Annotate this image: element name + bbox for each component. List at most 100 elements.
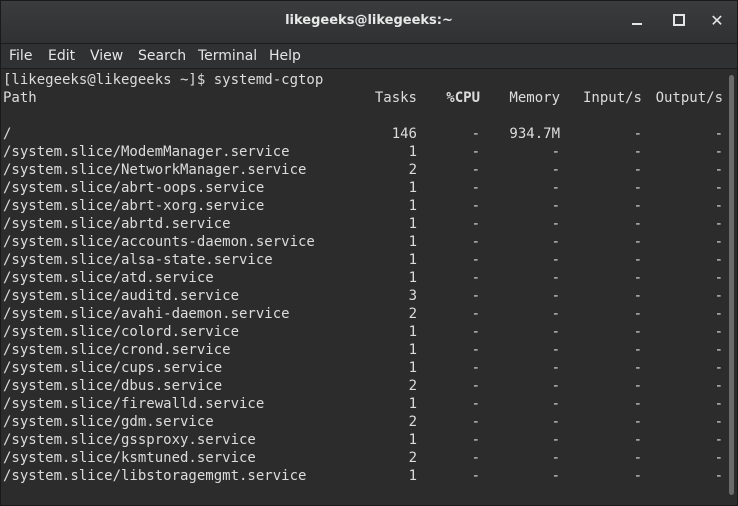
cell-output: - (714, 270, 723, 286)
cell-tasks: 1 (408, 324, 417, 340)
cell-memory: - (551, 396, 560, 412)
cell-path: /system.slice/abrt-xorg.service (3, 198, 265, 214)
cell-path: /system.slice/NetworkManager.service (3, 162, 307, 178)
cell-tasks: 1 (408, 270, 417, 286)
cell-output: - (714, 306, 723, 322)
cell-input: - (633, 306, 642, 322)
menu-view[interactable]: View (90, 48, 123, 64)
cell-memory: - (551, 288, 560, 304)
cell-memory: - (551, 270, 560, 286)
cell-path: /system.slice/auditd.service (3, 288, 240, 304)
table-row: / 146 - 934.7M - - (3, 125, 725, 143)
cell-tasks: 1 (408, 342, 417, 358)
cell-input: - (633, 396, 642, 412)
cell-output: - (714, 198, 723, 214)
cell-memory: - (551, 252, 560, 268)
cell-path: /system.slice/crond.service (3, 342, 231, 358)
cell-output: - (714, 234, 723, 250)
cell-cpu: - (471, 396, 480, 412)
menu-help[interactable]: Help (269, 48, 301, 64)
cell-output: - (714, 450, 723, 466)
minimize-icon (632, 23, 642, 25)
cell-output: - (714, 414, 723, 430)
cell-memory: - (551, 450, 560, 466)
cell-memory: - (551, 234, 560, 250)
cell-path: /system.slice/colord.service (3, 324, 240, 340)
cell-path: /system.slice/abrt-oops.service (3, 180, 265, 196)
table-row: /system.slice/crond.service 1 - - - - (3, 341, 725, 359)
cell-output: - (714, 216, 723, 232)
cell-path: /system.slice/avahi-daemon.service (3, 306, 290, 322)
cell-path: /system.slice/ksmtuned.service (3, 450, 256, 466)
cell-cpu: - (471, 306, 480, 322)
cell-path: /system.slice/alsa-state.service (3, 252, 273, 268)
cell-input: - (633, 468, 642, 484)
minimize-button[interactable] (627, 11, 647, 31)
header-tasks: Tasks (374, 90, 417, 106)
maximize-button[interactable] (669, 11, 689, 31)
cell-path: /system.slice/cups.service (3, 360, 223, 376)
close-button[interactable]: ✕ (707, 11, 727, 31)
cell-input: - (633, 378, 642, 394)
cell-output: - (714, 252, 723, 268)
cell-input: - (633, 270, 642, 286)
cell-memory: - (551, 432, 560, 448)
terminal-window: likegeeks@likegeeks:~ ✕ File Edit View S… (0, 0, 738, 506)
cell-tasks: 1 (408, 216, 417, 232)
table-row: /system.slice/NetworkManager.service 2 - - -… (3, 161, 725, 179)
menu-search[interactable]: Search (138, 48, 186, 64)
cell-cpu: - (471, 252, 480, 268)
cell-output: - (714, 144, 723, 160)
table-row: /system.slice/libstoragemgmt.service 1 - - -… (3, 467, 725, 485)
cell-path: /system.slice/accounts-daemon.service (3, 234, 315, 250)
cell-path: /system.slice/abrtd.service (3, 216, 231, 232)
cell-output: - (714, 360, 723, 376)
cell-cpu: - (471, 180, 480, 196)
cell-cpu: - (471, 198, 480, 214)
title-bar[interactable]: likegeeks@likegeeks:~ ✕ (1, 1, 737, 44)
cell-input: - (633, 450, 642, 466)
cell-memory: - (551, 468, 560, 484)
table-row: /system.slice/gssproxy.service 1 - - - - (3, 431, 725, 449)
cell-cpu: - (471, 360, 480, 376)
cell-input: - (633, 216, 642, 232)
cell-input: - (633, 252, 642, 268)
cell-memory: - (551, 180, 560, 196)
cell-memory: - (551, 414, 560, 430)
menu-file[interactable]: File (9, 48, 32, 64)
table-row: /system.slice/ModemManager.service 1 - - - - (3, 143, 725, 161)
cell-tasks: 1 (408, 144, 417, 160)
terminal-output[interactable]: [likegeeks@likegeeks ~]$ systemd-cgtop P… (1, 69, 725, 505)
table-row: /system.slice/colord.service 1 - - - - (3, 323, 725, 341)
cell-cpu: - (471, 450, 480, 466)
close-icon: ✕ (710, 11, 724, 30)
cell-output: - (714, 432, 723, 448)
table-row: /system.slice/abrt-xorg.service 1 - - - - (3, 197, 725, 215)
menu-edit[interactable]: Edit (48, 48, 75, 64)
cell-input: - (633, 324, 642, 340)
cell-memory: 934.7M (509, 126, 560, 142)
table-row: /system.slice/accounts-daemon.service 1 - -… (3, 233, 725, 251)
cell-tasks: 1 (408, 234, 417, 250)
cell-output: - (714, 396, 723, 412)
cell-tasks: 2 (408, 306, 417, 322)
cell-memory: - (551, 360, 560, 376)
scrollbar[interactable] (725, 69, 737, 505)
scrollbar-thumb[interactable] (729, 75, 734, 495)
menu-terminal[interactable]: Terminal (198, 48, 257, 64)
cell-cpu: - (471, 468, 480, 484)
table-row: /system.slice/alsa-state.service 1 - - - - (3, 251, 725, 269)
cell-output: - (714, 162, 723, 178)
cell-memory: - (551, 324, 560, 340)
cell-path: /system.slice/gssproxy.service (3, 432, 256, 448)
cell-input: - (633, 342, 642, 358)
cell-cpu: - (471, 216, 480, 232)
cell-tasks: 1 (408, 252, 417, 268)
table-row: /system.slice/auditd.service 3 - - - - (3, 287, 725, 305)
cell-tasks: 2 (408, 378, 417, 394)
cell-tasks: 2 (408, 450, 417, 466)
cell-output: - (714, 126, 723, 142)
cell-cpu: - (471, 162, 480, 178)
cell-tasks: 1 (408, 432, 417, 448)
cell-path: / (3, 126, 12, 142)
